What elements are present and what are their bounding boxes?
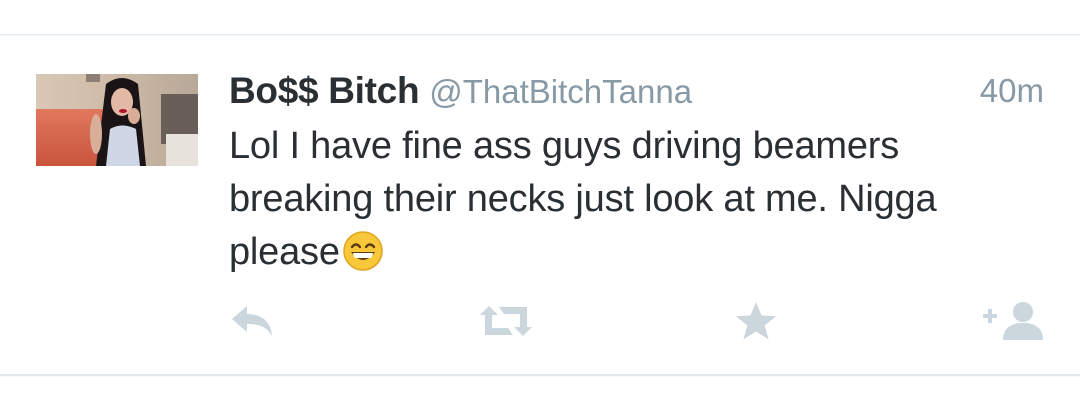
tweet-text-line: breaking their necks just look at me. Ni… [229, 178, 937, 220]
avatar[interactable] [36, 74, 198, 166]
star-icon [736, 302, 776, 340]
reply-icon [232, 306, 272, 336]
tweet-timestamp[interactable]: 40m [980, 72, 1044, 110]
add-user-icon [983, 302, 1043, 340]
tweet-text-line: Lol I have fine ass guys driving beamers [229, 125, 900, 167]
tweet-header: Bo$$ Bitch @ThatBitchTanna [229, 70, 1049, 120]
tweet-text-line: please [229, 226, 1029, 279]
retweet-button[interactable] [476, 298, 536, 344]
tweet-actions [0, 298, 1080, 348]
previous-tweet-edge [0, 0, 1080, 35]
display-name[interactable]: Bo$$ Bitch [229, 70, 420, 111]
grinning-face-emoji-icon [342, 230, 384, 272]
reply-button[interactable] [226, 298, 278, 344]
user-handle[interactable]: @ThatBitchTanna [429, 73, 692, 110]
next-tweet-edge [0, 377, 1080, 415]
follow-button[interactable] [978, 298, 1048, 344]
avatar-photo [36, 74, 198, 166]
tweet-text-line-end: please [229, 231, 340, 273]
retweet-icon [480, 306, 532, 336]
tweet-text: Lol I have fine ass guys driving beamers… [229, 120, 1029, 279]
favorite-button[interactable] [732, 298, 780, 344]
tweet-card[interactable]: Bo$$ Bitch @ThatBitchTanna 40m Lol I have… [0, 36, 1080, 376]
